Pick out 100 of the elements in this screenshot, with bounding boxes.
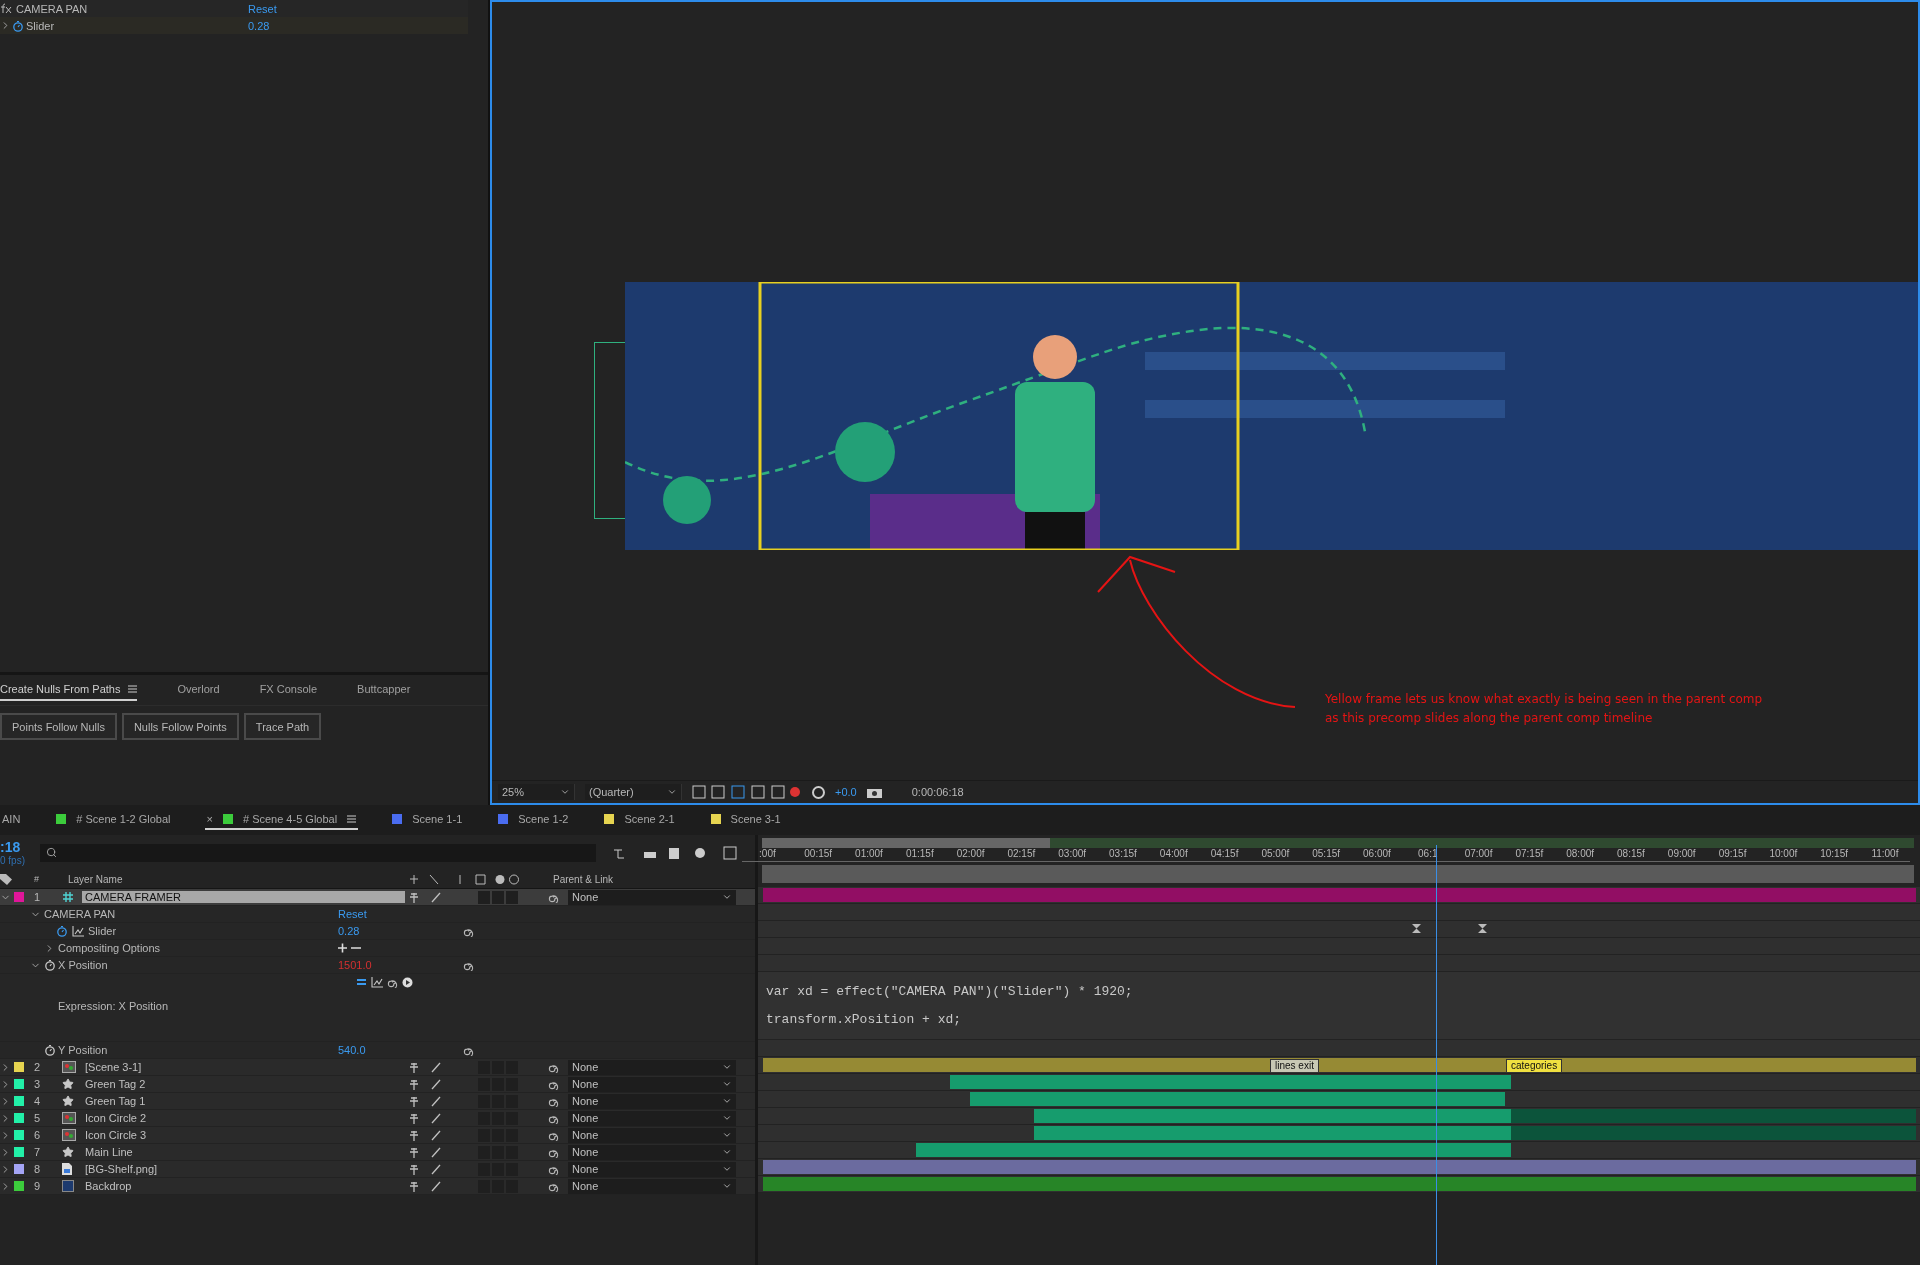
layer-row[interactable]: 1 CAMERA FRAMER None (0, 889, 755, 906)
layer-name[interactable]: CAMERA FRAMER (82, 891, 405, 903)
expression-label: Expression: X Position (58, 1000, 170, 1012)
play-icon[interactable] (402, 977, 413, 988)
expression-toggle-icon[interactable] (356, 977, 367, 988)
layer-name[interactable]: Icon Circle 2 (82, 1112, 405, 1124)
layer-row[interactable]: 9 Backdrop None (0, 1178, 755, 1195)
layer-name[interactable]: Backdrop (82, 1180, 405, 1192)
panel-tab[interactable]: Buttcapper (357, 679, 411, 701)
parent-dropdown[interactable]: None (568, 889, 736, 905)
property-value[interactable]: 0.28 (248, 19, 270, 32)
layer-row[interactable]: 3 Green Tag 2 None (0, 1076, 755, 1093)
panel-tab[interactable]: Create Nulls From Paths (0, 679, 138, 701)
ruler-label: :00f (742, 848, 793, 862)
parent-dropdown[interactable]: None (568, 1059, 736, 1075)
label-color-swatch[interactable] (14, 1181, 24, 1191)
comp-marker[interactable]: categories (1506, 1059, 1563, 1073)
layer-row[interactable]: 6 Icon Circle 3 None (0, 1127, 755, 1144)
parent-dropdown[interactable]: None (568, 1076, 736, 1092)
fx-icon (0, 3, 12, 14)
timecode[interactable]: :18 (0, 839, 32, 855)
expression-code-line: transform.xPosition + xd; (766, 1011, 963, 1029)
layer-name[interactable]: Green Tag 1 (82, 1095, 405, 1107)
menu-icon[interactable] (128, 685, 138, 693)
layer-duration-bar[interactable] (763, 1058, 1916, 1072)
layer-row[interactable]: 8 [BG-Shelf.png] None (0, 1161, 755, 1178)
script-button[interactable]: Nulls Follow Points (121, 713, 239, 740)
menu-icon[interactable] (347, 815, 357, 823)
current-timecode[interactable]: 0:00:06:18 (911, 786, 964, 798)
composition-tab[interactable]: AIN (0, 810, 23, 830)
keyframe-icon[interactable] (1412, 924, 1421, 933)
layer-row[interactable]: 2 [Scene 3-1] None (0, 1059, 755, 1076)
label-color-swatch[interactable] (14, 892, 24, 902)
layer-name[interactable]: Green Tag 2 (82, 1078, 405, 1090)
label-color-swatch[interactable] (14, 1079, 24, 1089)
layer-name[interactable]: Icon Circle 3 (82, 1129, 405, 1141)
caret-icon (722, 892, 732, 902)
label-color-swatch[interactable] (14, 1130, 24, 1140)
layer-number: 1 (34, 891, 41, 903)
parent-dropdown[interactable]: None (568, 1093, 736, 1109)
panel-tab[interactable]: FX Console (259, 679, 318, 701)
layer-name[interactable]: [BG-Shelf.png] (82, 1163, 405, 1175)
composition-tab[interactable]: Scene 1-1 (390, 810, 465, 830)
exposure-icon[interactable] (812, 785, 825, 799)
ruler-label: 10:00f (1757, 848, 1809, 862)
parent-dropdown[interactable]: None (568, 1110, 736, 1126)
composition-tab[interactable]: # Scene 1-2 Global (54, 810, 173, 830)
property-value[interactable]: 0.28 (338, 925, 360, 937)
composition-tab[interactable]: × # Scene 4-5 Global (204, 810, 359, 830)
close-tab-glyph[interactable]: × (206, 813, 213, 825)
exposure-value[interactable]: +0.0 (835, 786, 857, 798)
stopwatch-icon[interactable] (56, 925, 68, 937)
add-remove-icon[interactable] (338, 943, 362, 953)
layer-name[interactable]: [Scene 3-1] (82, 1061, 405, 1073)
frame-rate: 0 fps) (0, 855, 26, 866)
expression-editor[interactable]: var xd = effect("CAMERA PAN")("Slider") * 1920; transform.xPosition + xd; (758, 972, 1920, 1040)
stopwatch-icon[interactable] (44, 1044, 56, 1056)
parent-dropdown[interactable]: None (568, 1161, 736, 1177)
ruler-label: 09:00f (1656, 848, 1708, 862)
ruler-label: 07:15f (1503, 848, 1555, 862)
search-field[interactable] (40, 843, 596, 862)
stopwatch-icon[interactable] (12, 19, 24, 32)
camera-icon[interactable] (866, 786, 882, 798)
composition-tab[interactable]: Scene 3-1 (708, 810, 783, 830)
resolution-dropdown[interactable]: (Quarter) (585, 784, 682, 800)
layer-name[interactable]: Main Line (82, 1146, 405, 1158)
parent-dropdown[interactable]: None (568, 1178, 736, 1194)
graph-icon[interactable] (371, 977, 383, 988)
file-icon (62, 1163, 72, 1175)
ruler-label: 05:00f (1249, 848, 1301, 862)
property-value[interactable]: 540.0 (338, 1044, 366, 1056)
layer-number: 7 (34, 1146, 41, 1158)
reset-link[interactable]: Reset (248, 2, 277, 15)
tab-label: # Scene 1-2 Global (76, 813, 171, 825)
reset-link[interactable]: Reset (338, 908, 367, 920)
keyframe-icon[interactable] (1478, 924, 1487, 933)
pick-whip-icon[interactable] (387, 977, 398, 988)
composition-tab[interactable]: Scene 2-1 (602, 810, 677, 830)
script-button[interactable]: Points Follow Nulls (0, 713, 117, 740)
zoom-dropdown[interactable]: 25% (498, 784, 575, 800)
label-color-swatch[interactable] (14, 1147, 24, 1157)
comp-marker[interactable]: lines exit (1270, 1059, 1319, 1073)
stopwatch-icon[interactable] (44, 959, 56, 971)
script-button[interactable]: Trace Path (243, 713, 322, 740)
panel-tab[interactable]: Overlord (177, 679, 220, 701)
layer-row[interactable]: 7 Main Line None (0, 1144, 755, 1161)
ruler-label: 04:00f (1148, 848, 1200, 862)
layer-row[interactable]: 5 Icon Circle 2 None (0, 1110, 755, 1127)
film-icon (62, 1061, 76, 1073)
graph-icon[interactable] (72, 925, 84, 937)
label-color-swatch[interactable] (14, 1113, 24, 1123)
parent-dropdown[interactable]: None (568, 1144, 736, 1160)
label-color-swatch[interactable] (14, 1096, 24, 1106)
parent-dropdown[interactable]: None (568, 1127, 736, 1143)
caret-icon (667, 787, 677, 797)
label-color-swatch[interactable] (14, 1062, 24, 1072)
label-color-swatch[interactable] (14, 1164, 24, 1174)
layer-row[interactable]: 4 Green Tag 1 None (0, 1093, 755, 1110)
viewer-tools-drawing[interactable] (692, 785, 802, 799)
composition-tab[interactable]: Scene 1-2 (496, 810, 571, 830)
